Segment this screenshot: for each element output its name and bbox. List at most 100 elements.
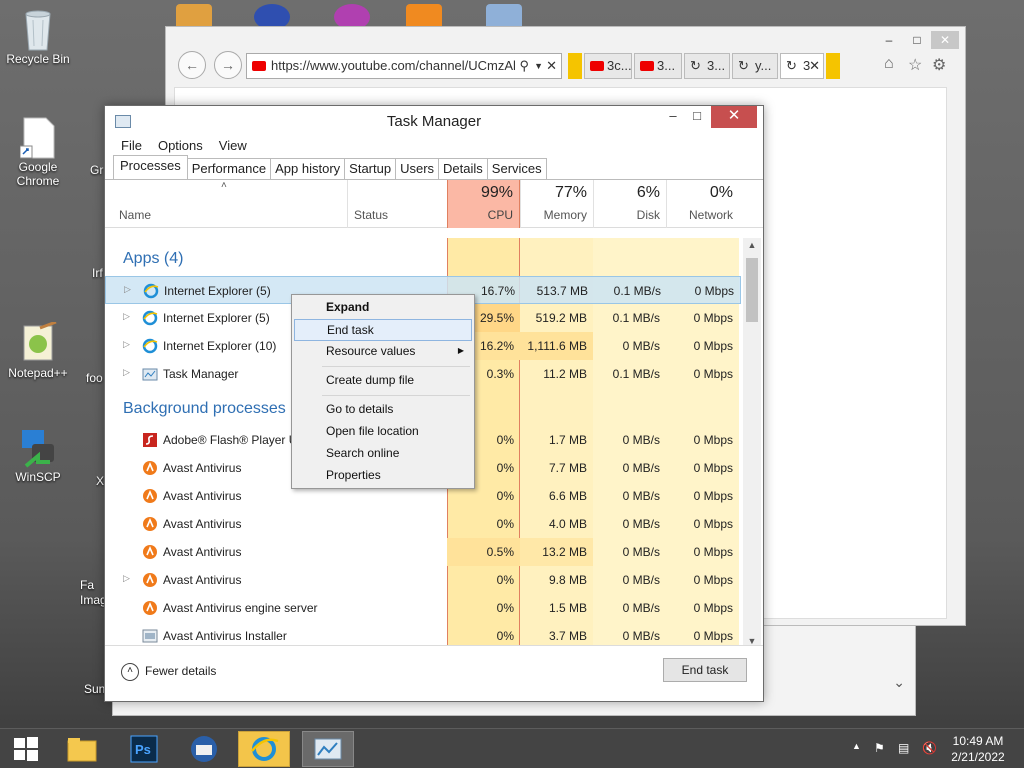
- tab-youtube-1[interactable]: 3c...: [584, 53, 632, 79]
- desktop-icon-winscp[interactable]: WinSCP: [0, 426, 76, 484]
- network-total: 0%: [709, 184, 733, 201]
- close-icon[interactable]: ✕: [931, 31, 959, 49]
- tab-loading-2[interactable]: ↻ y...: [732, 53, 778, 79]
- disk-value: 0 MB/s: [622, 339, 660, 353]
- title-bar: Task Manager – □ ✕: [105, 106, 763, 136]
- tab-youtube-2[interactable]: 3...: [634, 53, 682, 79]
- stop-icon[interactable]: ✕: [546, 54, 557, 78]
- taskbar-file-explorer[interactable]: [56, 731, 108, 767]
- scroll-up-icon[interactable]: ▲: [743, 240, 761, 250]
- menu-item-open-file-location[interactable]: Open file location: [294, 421, 472, 443]
- network-icon[interactable]: ▤: [898, 741, 909, 755]
- cpu-value: 0%: [496, 489, 514, 503]
- tab-startup[interactable]: Startup: [344, 158, 397, 179]
- tab-scroll-left[interactable]: [568, 53, 582, 79]
- table-row[interactable]: Avast Antivirus engine server 0% 1.5 MB …: [105, 594, 741, 622]
- home-icon[interactable]: ⌂: [884, 55, 894, 73]
- notepadpp-icon: [18, 320, 58, 362]
- expand-arrow-icon[interactable]: ▷: [123, 573, 130, 584]
- tab-details[interactable]: Details: [438, 158, 488, 179]
- menu-item-expand[interactable]: Expand: [294, 297, 472, 319]
- column-memory[interactable]: 77% Memory: [520, 180, 593, 228]
- vertical-scrollbar[interactable]: ▲ ▼: [743, 238, 761, 648]
- desktop-icon-google-chrome[interactable]: Google Chrome: [0, 116, 76, 188]
- minimize-icon[interactable]: –: [663, 106, 683, 128]
- taskbar-task-manager[interactable]: [302, 731, 354, 767]
- tab-app-history[interactable]: App history: [270, 158, 346, 179]
- volume-muted-icon[interactable]: 🔇: [922, 741, 937, 755]
- taskbar-thunderbird[interactable]: [178, 731, 230, 767]
- column-name[interactable]: ˄ Name: [105, 180, 347, 228]
- system-clock[interactable]: 10:49 AM 2/21/2022: [942, 733, 1014, 765]
- column-status[interactable]: Status: [347, 180, 447, 228]
- settings-gear-icon[interactable]: ⚙: [932, 55, 946, 75]
- dropdown-icon[interactable]: ▼: [534, 54, 543, 78]
- memory-value: 513.7 MB: [536, 284, 588, 298]
- desktop-icon-notepadpp[interactable]: Notepad++: [0, 320, 76, 380]
- network-value: 0 Mbps: [693, 433, 733, 447]
- menu-item-go-to-details[interactable]: Go to details: [294, 399, 472, 421]
- scrollbar-thumb[interactable]: [746, 258, 758, 322]
- maximize-icon[interactable]: □: [687, 106, 707, 128]
- menu-item-end-task[interactable]: End task: [294, 319, 472, 341]
- process-name: Adobe® Flash® Player U: [163, 433, 298, 447]
- menu-item-label: Search online: [326, 446, 400, 460]
- menu-item-search-online[interactable]: Search online: [294, 443, 472, 465]
- search-icon[interactable]: ⚲: [519, 54, 529, 78]
- menu-item-properties[interactable]: Properties: [294, 465, 472, 487]
- expand-arrow-icon[interactable]: ▷: [123, 339, 130, 350]
- table-row[interactable]: Avast Antivirus 0% 4.0 MB 0 MB/s 0 Mbps: [105, 510, 741, 538]
- window-controls: – □ ✕: [875, 31, 959, 49]
- chevron-down-icon[interactable]: ⌄: [893, 674, 905, 691]
- tab-services[interactable]: Services: [486, 158, 547, 179]
- tab-scroll-right[interactable]: [826, 53, 840, 79]
- clock-date: 2/21/2022: [951, 750, 1005, 764]
- menu-file[interactable]: File: [113, 136, 150, 156]
- column-cpu[interactable]: 99% CPU: [447, 180, 520, 228]
- tab-users[interactable]: Users: [395, 158, 440, 179]
- disk-value: 0.1 MB/s: [612, 367, 660, 381]
- expand-arrow-icon[interactable]: ▷: [123, 367, 130, 378]
- tab-performance[interactable]: Performance: [186, 158, 272, 179]
- tab-label: y...: [755, 58, 772, 73]
- start-button[interactable]: [0, 731, 52, 767]
- loading-icon: ↻: [786, 58, 797, 73]
- desktop-icon-label: Notepad++: [8, 366, 68, 380]
- internet-explorer-icon: [251, 737, 279, 761]
- tab-loading-1[interactable]: ↻ 3...: [684, 53, 730, 79]
- back-button[interactable]: ←: [178, 51, 206, 79]
- minimize-icon[interactable]: –: [875, 31, 903, 49]
- tab-processes[interactable]: Processes: [113, 155, 188, 179]
- tab-close-icon[interactable]: ✕: [809, 54, 820, 78]
- menu-options[interactable]: Options: [150, 136, 211, 156]
- table-row[interactable]: ▷ Avast Antivirus 0% 9.8 MB 0 MB/s 0 Mbp…: [105, 566, 741, 594]
- column-disk[interactable]: 6% Disk: [593, 180, 666, 228]
- menu-view[interactable]: View: [211, 136, 255, 156]
- address-bar[interactable]: https://www.youtube.com/channel/UCmzAl ⚲…: [246, 53, 562, 79]
- taskbar-photoshop[interactable]: Ps: [118, 731, 170, 767]
- table-row[interactable]: Avast Antivirus 0.5% 13.2 MB 0 MB/s 0 Mb…: [105, 538, 741, 566]
- end-task-button[interactable]: End task: [663, 658, 747, 682]
- expand-arrow-icon[interactable]: ▷: [123, 311, 130, 322]
- chevron-up-icon: ˄: [121, 663, 139, 681]
- expand-arrow-icon[interactable]: ▷: [124, 284, 131, 295]
- taskbar-internet-explorer[interactable]: [238, 731, 290, 767]
- forward-button[interactable]: →: [214, 51, 242, 79]
- favorites-icon[interactable]: ☆: [908, 55, 922, 75]
- maximize-icon[interactable]: □: [903, 31, 931, 49]
- fewer-details-button[interactable]: ˄ Fewer details: [121, 663, 216, 681]
- menu-item-resource-values[interactable]: Resource values ▶: [294, 341, 472, 363]
- desktop-icon-partial[interactable]: Fa Imag: [80, 578, 106, 608]
- desktop-icon-recycle-bin[interactable]: Recycle Bin: [0, 8, 76, 66]
- document-icon: [18, 116, 58, 159]
- photoshop-icon: Ps: [130, 735, 158, 763]
- tab-active[interactable]: ↻ 3 ✕: [780, 53, 824, 79]
- network-value: 0 Mbps: [693, 517, 733, 531]
- memory-value: 519.2 MB: [535, 311, 587, 325]
- column-network[interactable]: 0% Network: [666, 180, 739, 228]
- close-button[interactable]: ✕: [711, 106, 757, 128]
- tab-label: 3c...: [607, 58, 632, 73]
- show-hidden-icons[interactable]: ▲: [852, 741, 861, 751]
- menu-item-create-dump-file[interactable]: Create dump file: [294, 370, 472, 392]
- action-center-flag-icon[interactable]: ⚑: [874, 741, 885, 755]
